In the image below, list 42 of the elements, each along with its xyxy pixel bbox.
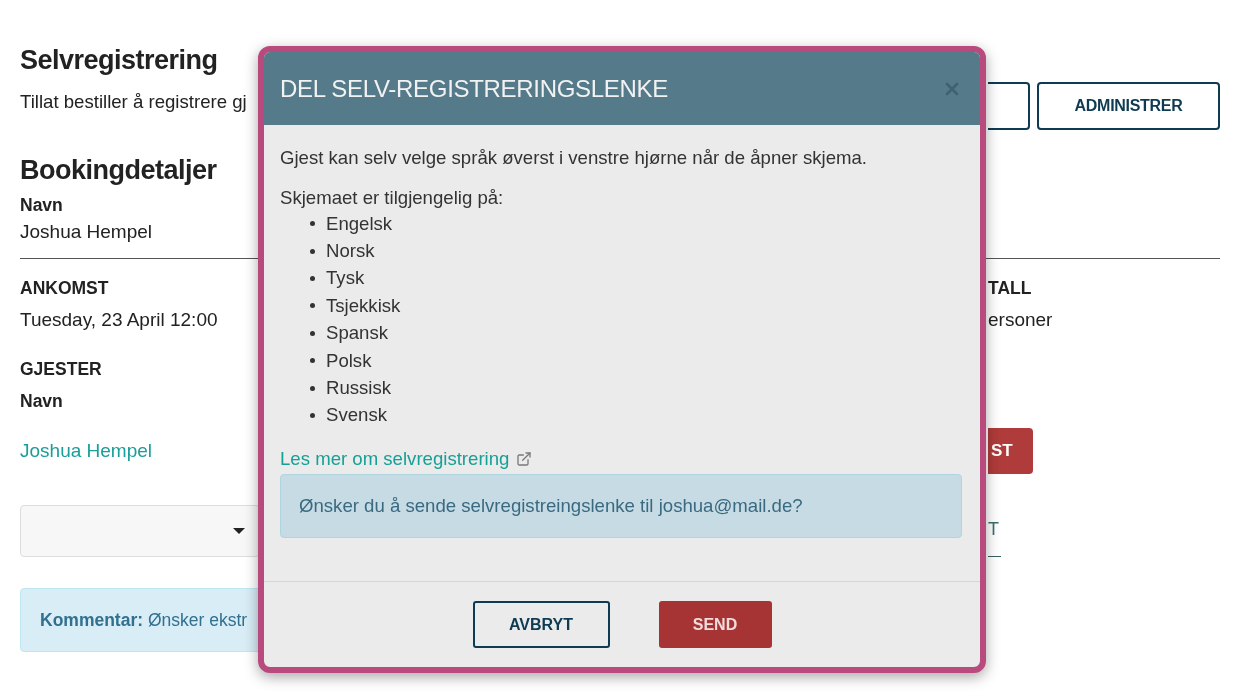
- bullet-icon: [310, 275, 315, 281]
- caret-icon: [233, 528, 245, 534]
- field-value: ersoner: [988, 308, 1053, 332]
- bullet-icon: [310, 303, 315, 309]
- list-item-text: Svensk: [326, 403, 387, 428]
- bullet-icon: [310, 385, 315, 391]
- section-heading: Bookingdetaljer: [20, 154, 217, 187]
- outlined-button[interactable]: [988, 82, 1030, 130]
- list-item-text: Engelsk: [326, 211, 393, 236]
- administer-button[interactable]: ADMINISTRER: [1037, 82, 1220, 130]
- field-label: Navn: [20, 194, 63, 217]
- field-value: Joshua Hempel: [20, 220, 153, 244]
- alert-text: Ønsker du å sende selvregistreingslenke til joshua@mail.de?: [299, 494, 803, 519]
- list-item-text: Tysk: [326, 266, 365, 291]
- bullet-icon: [310, 330, 315, 336]
- list-item-text: Norsk: [326, 239, 375, 264]
- dialog-text: Gjest kan selv velge språk øverst i venstre hjørne når de åpner skjema.: [280, 146, 867, 170]
- section-description: Tillat bestiller å registrere gj: [20, 90, 247, 114]
- dialog-title: DEL SELV-REGISTRERINGSLENKE: [280, 73, 669, 104]
- list-item-text: Russisk: [326, 376, 392, 401]
- field-label: ANKOMST: [20, 277, 109, 300]
- list-item-text: Spansk: [326, 321, 389, 346]
- field-label: TALL: [988, 277, 1032, 300]
- field-label: GJESTER: [20, 358, 102, 381]
- field-label: Navn: [20, 390, 63, 413]
- bullet-icon: [310, 248, 315, 254]
- external-link-icon: [516, 451, 533, 468]
- cancel-button[interactable]: AVBRYT: [472, 601, 610, 648]
- list-item-text: Tsjekkisk: [326, 293, 401, 318]
- guest-name-link[interactable]: Joshua Hempel: [20, 439, 153, 463]
- field-value: Tuesday, 23 April 12:00: [20, 308, 218, 332]
- send-button[interactable]: SEND: [658, 601, 772, 648]
- section-heading: Selvregistrering: [20, 44, 218, 77]
- select-field[interactable]: [20, 505, 260, 557]
- list-item-text: Polsk: [326, 348, 372, 373]
- bullet-icon: [310, 358, 315, 364]
- bullet-icon: [310, 412, 315, 418]
- bullet-icon: [310, 221, 315, 227]
- comment-text: Kommentar: Ønsker ekstr: [40, 608, 248, 632]
- list-heading: Skjemaet er tilgjengelig på:: [280, 186, 504, 210]
- text-link[interactable]: T: [988, 505, 1001, 557]
- action-button[interactable]: ST: [988, 428, 1033, 474]
